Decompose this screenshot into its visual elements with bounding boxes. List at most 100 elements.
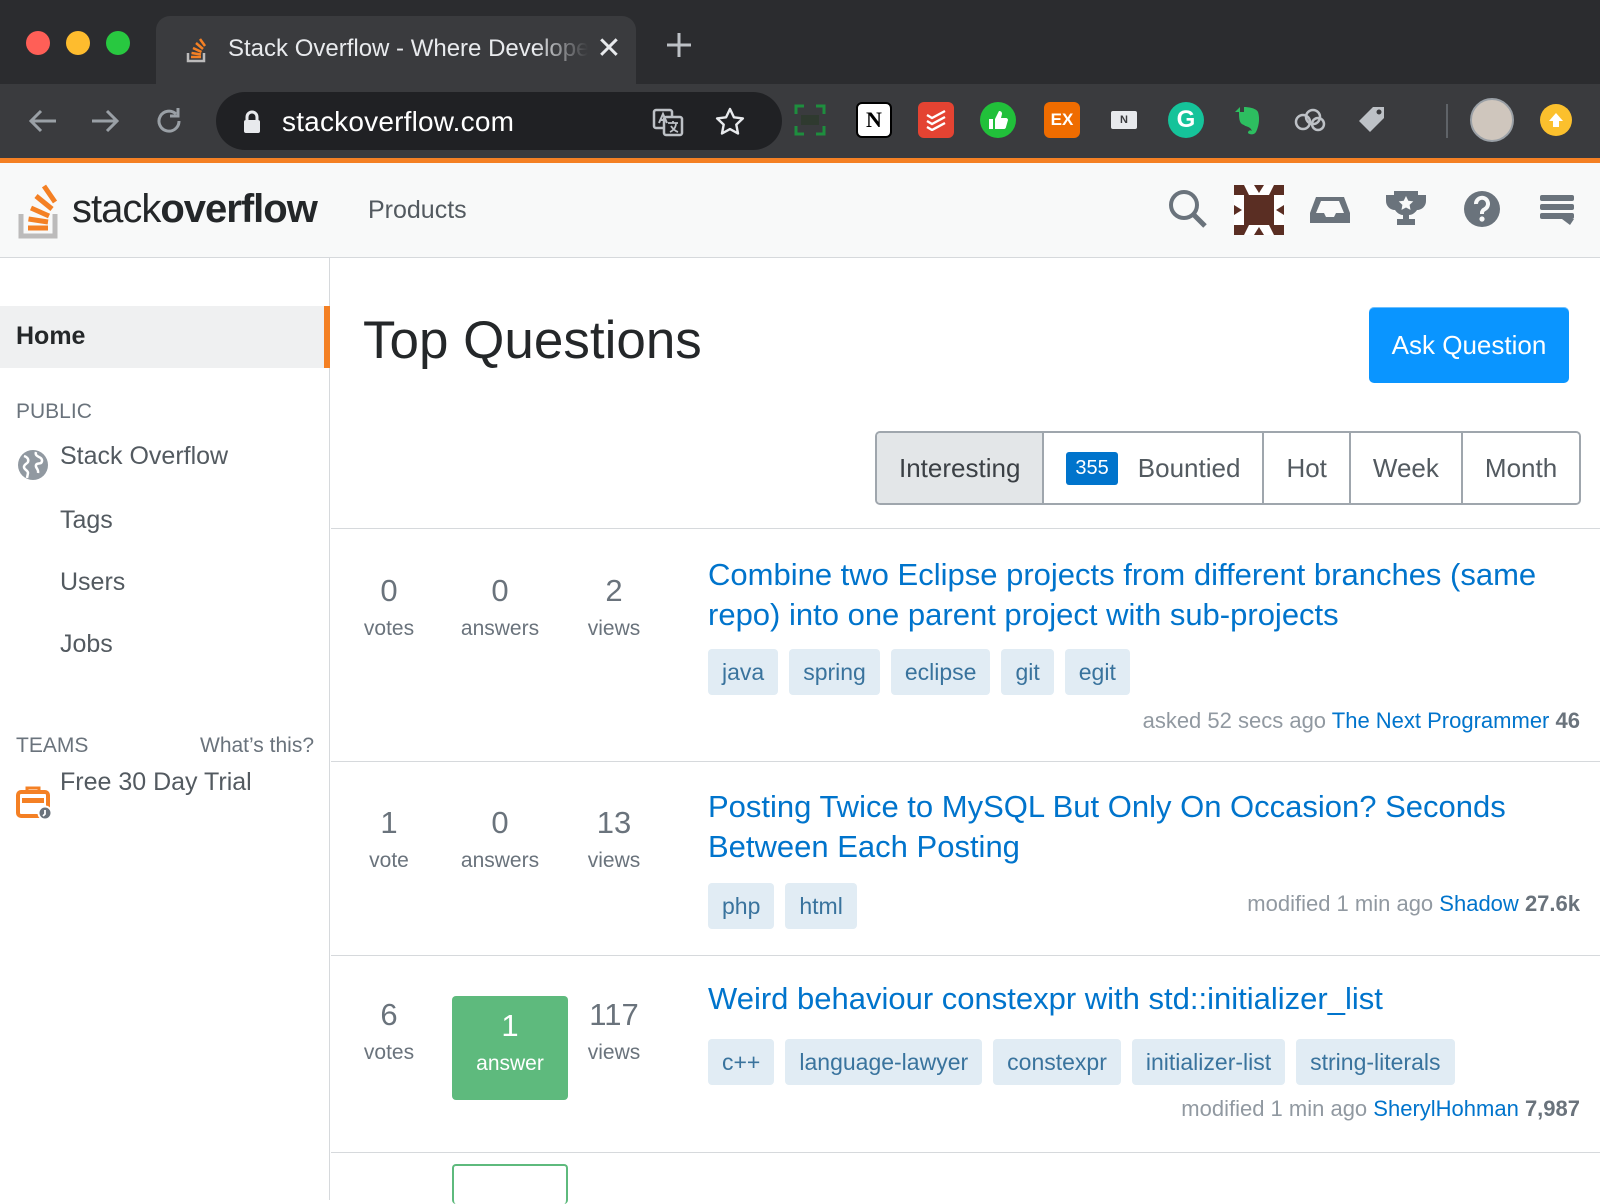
- update-arrow-icon[interactable]: [1540, 104, 1572, 136]
- question-action-time: modified 1 min ago: [1181, 1096, 1368, 1121]
- question-title-link[interactable]: Posting Twice to MySQL But Only On Occas…: [708, 787, 1578, 867]
- notion-extension-icon[interactable]: N: [856, 102, 892, 138]
- user-reputation: 46: [1555, 708, 1580, 733]
- screenshot-frame-icon: [794, 104, 826, 136]
- tab-interesting[interactable]: Interesting: [877, 433, 1043, 503]
- bookmark-star-icon[interactable]: [714, 106, 746, 138]
- views-number: 117: [589, 997, 639, 1032]
- user-reputation: 7,987: [1524, 1096, 1580, 1121]
- question-title-link[interactable]: Weird behaviour constexpr with std::init…: [708, 979, 1578, 1019]
- ask-question-button[interactable]: Ask Question: [1369, 307, 1569, 383]
- tag-egit[interactable]: egit: [1064, 649, 1130, 695]
- achievements-trophy-icon[interactable]: [1384, 187, 1428, 231]
- thumbs-up-extension-icon[interactable]: [980, 102, 1016, 138]
- question-summary: 0 votes 0 answers 2 views Combine two Ec…: [331, 529, 1600, 762]
- cloud-cluster-icon: [1294, 108, 1326, 132]
- whats-this-link[interactable]: What’s this?: [200, 734, 314, 758]
- answers-label: answers: [460, 617, 540, 640]
- question-title-link[interactable]: Combine two Eclipse projects from differ…: [708, 555, 1578, 635]
- ex-extension-icon[interactable]: EX: [1044, 102, 1080, 138]
- inbox-icon[interactable]: [1308, 187, 1352, 231]
- tab-month[interactable]: Month: [1460, 433, 1580, 503]
- answers-number: 1: [501, 1008, 519, 1043]
- tag-cpp[interactable]: c++: [708, 1039, 775, 1085]
- views-label: views: [587, 849, 641, 872]
- free-trial-link[interactable]: Free 30 Day Trial: [60, 768, 252, 797]
- new-tab-plus-icon[interactable]: [664, 30, 694, 60]
- user-avatar-identicon[interactable]: [1234, 185, 1284, 235]
- products-menu[interactable]: Products: [368, 196, 467, 225]
- tag-extension-icon[interactable]: [1354, 102, 1390, 138]
- news-extension-icon[interactable]: N: [1106, 102, 1142, 138]
- tag-string-literals[interactable]: string-literals: [1296, 1039, 1455, 1085]
- tag-language-lawyer[interactable]: language-lawyer: [785, 1039, 983, 1085]
- tag-html[interactable]: html: [785, 883, 857, 929]
- sidebar-item-users[interactable]: Users: [60, 568, 125, 597]
- evernote-extension-icon[interactable]: [1230, 102, 1266, 138]
- tag-php[interactable]: php: [708, 883, 775, 929]
- profile-avatar[interactable]: [1470, 98, 1514, 142]
- todoist-extension-icon[interactable]: [918, 102, 954, 138]
- tag-git[interactable]: git: [1001, 649, 1054, 695]
- next-question-answers-box: [452, 1164, 568, 1204]
- lock-icon: [244, 110, 260, 133]
- user-link[interactable]: Shadow: [1439, 891, 1519, 916]
- answers-count: 0 answers: [442, 573, 558, 641]
- url-text: stackoverflow.com: [282, 106, 515, 137]
- news-extension-label: N: [1111, 111, 1137, 129]
- address-bar[interactable]: stackoverflow.com: [216, 92, 782, 150]
- user-link[interactable]: SherylHohman: [1373, 1096, 1519, 1121]
- question-tags: java spring eclipse git egit: [708, 649, 1130, 695]
- question-summary: 1 vote 0 answers 13 views Posting Twice …: [331, 763, 1600, 956]
- thumbs-up-icon: [989, 111, 1008, 129]
- votes-count: 6 votes: [331, 997, 447, 1065]
- stackoverflow-logo[interactable]: stackoverflow: [16, 177, 318, 241]
- sidebar-item-home[interactable]: Home: [0, 306, 330, 368]
- logo-text-bold: overflow: [160, 186, 317, 231]
- page-title: Top Questions: [363, 311, 702, 370]
- votes-number: 1: [380, 805, 398, 840]
- forward-arrow-icon[interactable]: [88, 104, 122, 138]
- price-tag-icon: [1359, 107, 1384, 132]
- tag-eclipse[interactable]: eclipse: [890, 649, 991, 695]
- views-number: 2: [605, 573, 623, 608]
- help-question-icon[interactable]: [1460, 187, 1504, 231]
- tag-java[interactable]: java: [708, 649, 779, 695]
- tab-bountied[interactable]: 355 Bountied: [1042, 433, 1263, 503]
- votes-number: 0: [380, 573, 398, 608]
- views-number: 13: [596, 805, 632, 840]
- question-tags: c++ language-lawyer constexpr initialize…: [708, 1039, 1455, 1085]
- sidebar-item-stack-overflow[interactable]: Stack Overflow: [60, 442, 228, 471]
- answers-count: 0 answers: [442, 805, 558, 873]
- votes-count: 1 vote: [331, 805, 447, 873]
- tab-close-icon[interactable]: ✕: [594, 34, 624, 64]
- teams-heading: TEAMS: [16, 734, 89, 757]
- sidebar-item-tags[interactable]: Tags: [60, 506, 113, 535]
- stackoverflow-logo-icon: [18, 184, 58, 239]
- logo-text-light: stack: [72, 186, 161, 231]
- close-window-button[interactable]: [26, 31, 50, 55]
- tab-week[interactable]: Week: [1348, 433, 1461, 503]
- user-link[interactable]: The Next Programmer: [1332, 708, 1550, 733]
- browser-tab[interactable]: Stack Overflow - Where Developers Learn,…: [156, 16, 636, 84]
- sidebar-item-jobs[interactable]: Jobs: [60, 630, 113, 659]
- cloud-extension-icon[interactable]: [1292, 102, 1328, 138]
- tag-initializer-list[interactable]: initializer-list: [1131, 1039, 1286, 1085]
- tag-constexpr[interactable]: constexpr: [993, 1039, 1121, 1085]
- screenshot-extension-icon[interactable]: [792, 102, 828, 138]
- reload-icon[interactable]: [152, 104, 186, 138]
- minimize-window-button[interactable]: [66, 31, 90, 55]
- search-icon[interactable]: [1166, 187, 1210, 231]
- browser-tab-bar: Stack Overflow - Where Developers Learn,…: [0, 0, 1600, 84]
- tab-title: Stack Overflow - Where Developers Learn,…: [228, 35, 588, 62]
- translate-icon[interactable]: [652, 106, 684, 138]
- answers-number: 0: [491, 805, 509, 840]
- zoom-window-button[interactable]: [106, 31, 130, 55]
- tab-hot[interactable]: Hot: [1262, 433, 1349, 503]
- tag-spring[interactable]: spring: [789, 649, 880, 695]
- grammarly-extension-icon[interactable]: G: [1168, 102, 1204, 138]
- answers-label: answers: [460, 849, 540, 872]
- site-switcher-icon[interactable]: [1536, 187, 1580, 231]
- back-arrow-icon[interactable]: [26, 104, 60, 138]
- votes-number: 6: [380, 997, 398, 1032]
